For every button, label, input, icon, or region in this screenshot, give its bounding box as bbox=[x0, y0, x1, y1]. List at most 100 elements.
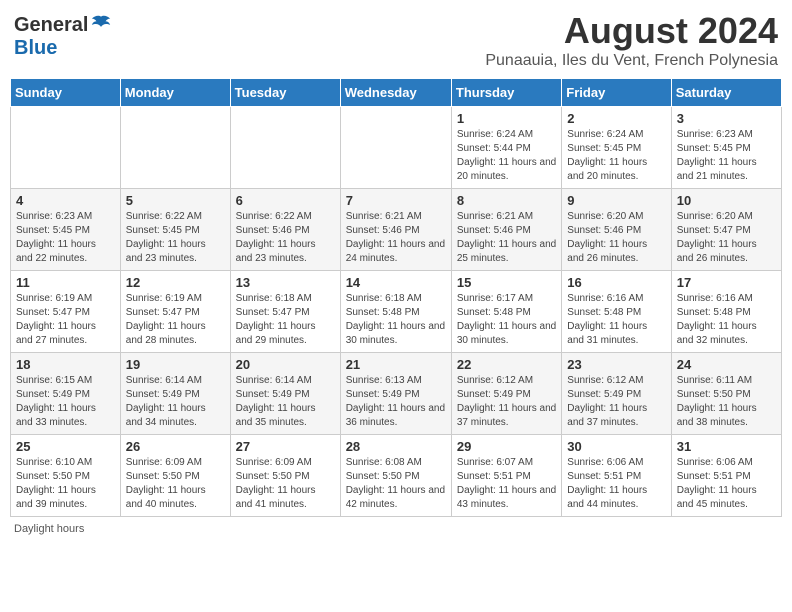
footer-note: Daylight hours bbox=[10, 523, 782, 535]
day-info: Sunrise: 6:23 AM Sunset: 5:45 PM Dayligh… bbox=[677, 128, 776, 184]
day-info: Sunrise: 6:23 AM Sunset: 5:45 PM Dayligh… bbox=[16, 210, 115, 266]
calendar-cell: 3 Sunrise: 6:23 AM Sunset: 5:45 PM Daylig… bbox=[671, 107, 781, 189]
day-number: 13 bbox=[236, 275, 335, 290]
day-number: 3 bbox=[677, 111, 776, 126]
day-number: 20 bbox=[236, 357, 335, 372]
calendar-week-1: 1 Sunrise: 6:24 AM Sunset: 5:44 PM Daylig… bbox=[11, 107, 782, 189]
day-number: 15 bbox=[457, 275, 556, 290]
day-number: 12 bbox=[126, 275, 225, 290]
day-info: Sunrise: 6:15 AM Sunset: 5:49 PM Dayligh… bbox=[16, 374, 115, 430]
day-info: Sunrise: 6:07 AM Sunset: 5:51 PM Dayligh… bbox=[457, 456, 556, 512]
calendar-cell: 14 Sunrise: 6:18 AM Sunset: 5:48 PM Dayli… bbox=[340, 271, 451, 353]
calendar-cell: 28 Sunrise: 6:08 AM Sunset: 5:50 PM Dayli… bbox=[340, 435, 451, 517]
day-info: Sunrise: 6:14 AM Sunset: 5:49 PM Dayligh… bbox=[126, 374, 225, 430]
col-header-thursday: Thursday bbox=[451, 79, 561, 107]
day-info: Sunrise: 6:16 AM Sunset: 5:48 PM Dayligh… bbox=[567, 292, 665, 348]
col-header-saturday: Saturday bbox=[671, 79, 781, 107]
header: General Blue August 2024 Punaauia, Iles … bbox=[10, 10, 782, 70]
col-header-monday: Monday bbox=[120, 79, 230, 107]
calendar-cell bbox=[230, 107, 340, 189]
calendar-cell: 17 Sunrise: 6:16 AM Sunset: 5:48 PM Dayli… bbox=[671, 271, 781, 353]
day-number: 6 bbox=[236, 193, 335, 208]
calendar-cell bbox=[11, 107, 121, 189]
calendar-cell: 30Sunrise: 6:06 AM Sunset: 5:51 PM Dayli… bbox=[562, 435, 671, 517]
subtitle: Punaauia, Iles du Vent, French Polynesia bbox=[485, 52, 778, 70]
calendar-cell: 5Sunrise: 6:22 AM Sunset: 5:45 PM Daylig… bbox=[120, 189, 230, 271]
day-number: 8 bbox=[457, 193, 556, 208]
calendar-week-3: 11Sunrise: 6:19 AM Sunset: 5:47 PM Dayli… bbox=[11, 271, 782, 353]
day-number: 10 bbox=[677, 193, 776, 208]
day-number: 14 bbox=[346, 275, 446, 290]
day-info: Sunrise: 6:21 AM Sunset: 5:46 PM Dayligh… bbox=[346, 210, 446, 266]
day-number: 26 bbox=[126, 439, 225, 454]
day-number: 7 bbox=[346, 193, 446, 208]
calendar-cell: 11Sunrise: 6:19 AM Sunset: 5:47 PM Dayli… bbox=[11, 271, 121, 353]
calendar-cell: 16 Sunrise: 6:16 AM Sunset: 5:48 PM Dayli… bbox=[562, 271, 671, 353]
day-info: Sunrise: 6:10 AM Sunset: 5:50 PM Dayligh… bbox=[16, 456, 115, 512]
logo: General Blue bbox=[14, 10, 112, 60]
day-number: 1 bbox=[457, 111, 556, 126]
calendar-week-2: 4 Sunrise: 6:23 AM Sunset: 5:45 PM Daylig… bbox=[11, 189, 782, 271]
calendar-cell: 19 Sunrise: 6:14 AM Sunset: 5:49 PM Dayli… bbox=[120, 353, 230, 435]
day-number: 4 bbox=[16, 193, 115, 208]
calendar-cell: 21Sunrise: 6:13 AM Sunset: 5:49 PM Dayli… bbox=[340, 353, 451, 435]
day-info: Sunrise: 6:09 AM Sunset: 5:50 PM Dayligh… bbox=[236, 456, 335, 512]
calendar-cell bbox=[120, 107, 230, 189]
calendar-cell: 4 Sunrise: 6:23 AM Sunset: 5:45 PM Daylig… bbox=[11, 189, 121, 271]
calendar-cell: 25 Sunrise: 6:10 AM Sunset: 5:50 PM Dayli… bbox=[11, 435, 121, 517]
day-info: Sunrise: 6:09 AM Sunset: 5:50 PM Dayligh… bbox=[126, 456, 225, 512]
day-info: Sunrise: 6:18 AM Sunset: 5:48 PM Dayligh… bbox=[346, 292, 446, 348]
calendar-cell: 27Sunrise: 6:09 AM Sunset: 5:50 PM Dayli… bbox=[230, 435, 340, 517]
day-info: Sunrise: 6:24 AM Sunset: 5:45 PM Dayligh… bbox=[567, 128, 665, 184]
calendar-cell: 7 Sunrise: 6:21 AM Sunset: 5:46 PM Daylig… bbox=[340, 189, 451, 271]
logo-general-text: General bbox=[14, 14, 88, 37]
calendar-cell: 18 Sunrise: 6:15 AM Sunset: 5:49 PM Dayli… bbox=[11, 353, 121, 435]
calendar-cell: 9 Sunrise: 6:20 AM Sunset: 5:46 PM Daylig… bbox=[562, 189, 671, 271]
main-title: August 2024 bbox=[485, 10, 778, 52]
day-number: 16 bbox=[567, 275, 665, 290]
day-info: Sunrise: 6:20 AM Sunset: 5:46 PM Dayligh… bbox=[567, 210, 665, 266]
day-number: 28 bbox=[346, 439, 446, 454]
day-info: Sunrise: 6:16 AM Sunset: 5:48 PM Dayligh… bbox=[677, 292, 776, 348]
day-info: Sunrise: 6:24 AM Sunset: 5:44 PM Dayligh… bbox=[457, 128, 556, 184]
day-number: 19 bbox=[126, 357, 225, 372]
calendar-week-5: 25 Sunrise: 6:10 AM Sunset: 5:50 PM Dayli… bbox=[11, 435, 782, 517]
col-header-tuesday: Tuesday bbox=[230, 79, 340, 107]
calendar-cell: 23Sunrise: 6:12 AM Sunset: 5:49 PM Dayli… bbox=[562, 353, 671, 435]
day-info: Sunrise: 6:11 AM Sunset: 5:50 PM Dayligh… bbox=[677, 374, 776, 430]
day-info: Sunrise: 6:19 AM Sunset: 5:47 PM Dayligh… bbox=[16, 292, 115, 348]
calendar-cell: 2Sunrise: 6:24 AM Sunset: 5:45 PM Daylig… bbox=[562, 107, 671, 189]
day-number: 9 bbox=[567, 193, 665, 208]
day-info: Sunrise: 6:18 AM Sunset: 5:47 PM Dayligh… bbox=[236, 292, 335, 348]
day-number: 18 bbox=[16, 357, 115, 372]
calendar-cell: 26 Sunrise: 6:09 AM Sunset: 5:50 PM Dayli… bbox=[120, 435, 230, 517]
day-info: Sunrise: 6:06 AM Sunset: 5:51 PM Dayligh… bbox=[677, 456, 776, 512]
day-number: 30 bbox=[567, 439, 665, 454]
day-number: 31 bbox=[677, 439, 776, 454]
calendar-cell: 24 Sunrise: 6:11 AM Sunset: 5:50 PM Dayli… bbox=[671, 353, 781, 435]
title-area: August 2024 Punaauia, Iles du Vent, Fren… bbox=[485, 10, 778, 70]
calendar-cell: 29 Sunrise: 6:07 AM Sunset: 5:51 PM Dayli… bbox=[451, 435, 561, 517]
day-info: Sunrise: 6:17 AM Sunset: 5:48 PM Dayligh… bbox=[457, 292, 556, 348]
day-number: 21 bbox=[346, 357, 446, 372]
day-info: Sunrise: 6:12 AM Sunset: 5:49 PM Dayligh… bbox=[457, 374, 556, 430]
calendar-cell: 20 Sunrise: 6:14 AM Sunset: 5:49 PM Dayli… bbox=[230, 353, 340, 435]
calendar-cell: 1 Sunrise: 6:24 AM Sunset: 5:44 PM Daylig… bbox=[451, 107, 561, 189]
day-info: Sunrise: 6:22 AM Sunset: 5:46 PM Dayligh… bbox=[236, 210, 335, 266]
day-number: 17 bbox=[677, 275, 776, 290]
col-header-friday: Friday bbox=[562, 79, 671, 107]
day-info: Sunrise: 6:19 AM Sunset: 5:47 PM Dayligh… bbox=[126, 292, 225, 348]
calendar-cell: 15 Sunrise: 6:17 AM Sunset: 5:48 PM Dayli… bbox=[451, 271, 561, 353]
calendar-cell: 13 Sunrise: 6:18 AM Sunset: 5:47 PM Dayli… bbox=[230, 271, 340, 353]
day-info: Sunrise: 6:14 AM Sunset: 5:49 PM Dayligh… bbox=[236, 374, 335, 430]
day-number: 24 bbox=[677, 357, 776, 372]
calendar-cell: 31 Sunrise: 6:06 AM Sunset: 5:51 PM Dayli… bbox=[671, 435, 781, 517]
day-number: 25 bbox=[16, 439, 115, 454]
day-info: Sunrise: 6:08 AM Sunset: 5:50 PM Dayligh… bbox=[346, 456, 446, 512]
calendar-header-row: SundayMondayTuesdayWednesdayThursdayFrid… bbox=[11, 79, 782, 107]
calendar-cell: 8Sunrise: 6:21 AM Sunset: 5:46 PM Daylig… bbox=[451, 189, 561, 271]
bird-icon bbox=[90, 14, 112, 36]
col-header-wednesday: Wednesday bbox=[340, 79, 451, 107]
day-number: 22 bbox=[457, 357, 556, 372]
day-number: 29 bbox=[457, 439, 556, 454]
